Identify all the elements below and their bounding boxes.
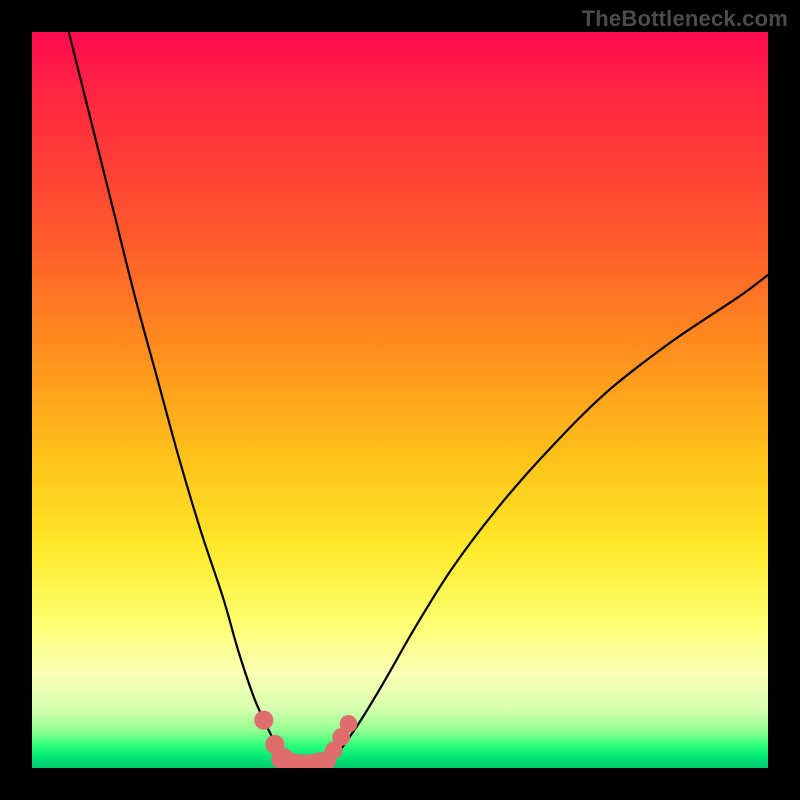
data-marker	[340, 715, 358, 733]
data-marker	[254, 711, 273, 730]
right-branch-curve	[326, 275, 768, 762]
watermark-text: TheBottleneck.com	[582, 6, 788, 32]
marker-layer	[254, 711, 357, 768]
frame: TheBottleneck.com	[0, 0, 800, 800]
chart-svg	[32, 32, 768, 768]
left-branch-curve	[69, 32, 290, 762]
plot-area	[32, 32, 768, 768]
